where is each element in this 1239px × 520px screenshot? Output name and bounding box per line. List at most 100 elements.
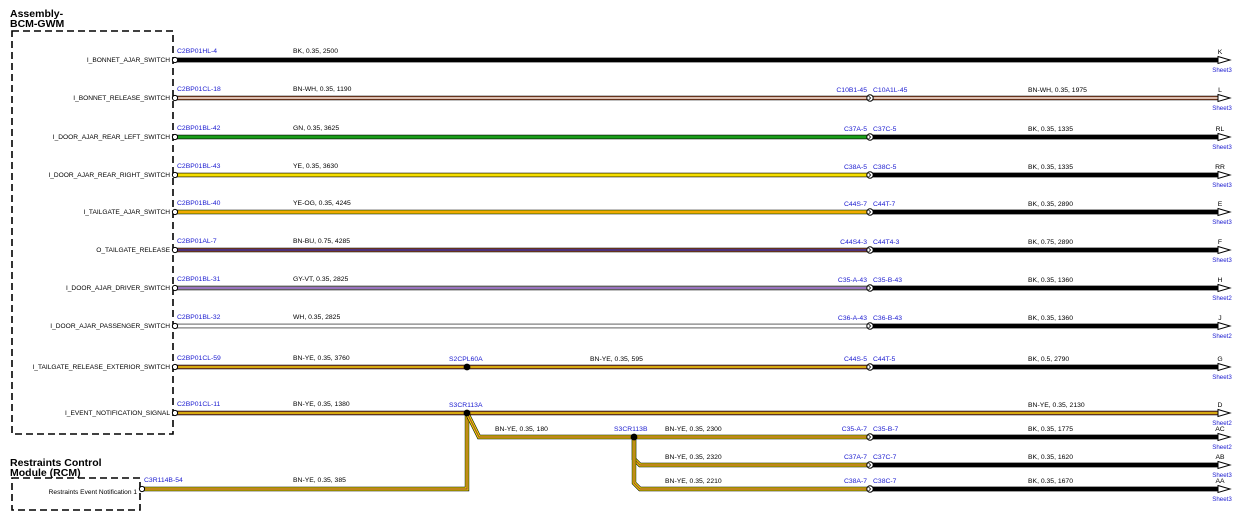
- circuit-door-driver-pin-label: I_DOOR_AJAR_DRIVER_SWITCH: [66, 285, 170, 292]
- circuit-tailgate-release-inline-right-label[interactable]: C44T4-3: [873, 239, 900, 246]
- circuit-tailgate-release-ext-inline-left-label[interactable]: C44S-5: [844, 356, 867, 363]
- circuit-door-driver-inline-connector[interactable]: [866, 284, 874, 292]
- branch-aa-offsheet-arrow[interactable]: [1217, 484, 1232, 494]
- circuit-door-rear-left-inline-connector-circle: [866, 133, 874, 141]
- circuit-door-passenger-inline-connector-circle: [866, 322, 874, 330]
- circuit-door-passenger-pin-label: I_DOOR_AJAR_PASSENGER_SWITCH: [50, 323, 170, 330]
- branch-ab-inline-connector-circle: [866, 461, 874, 469]
- branch-ac-inline-connector[interactable]: [866, 433, 874, 441]
- circuit-tailgate-release-offsheet-arrow[interactable]: [1217, 245, 1232, 255]
- circuit-door-passenger-source-label[interactable]: C2BP01BL-32: [177, 314, 221, 321]
- circuit-tailgate-release-ext-splice-label[interactable]: S2CPL60A: [449, 356, 483, 363]
- circuit-tailgate-release-ext-wire-spec: BN-YE, 0.35, 3760: [293, 355, 350, 362]
- circuit-tailgate-release-source-pin[interactable]: [171, 246, 179, 254]
- branch-ac-offsheet-arrow[interactable]: [1217, 432, 1232, 442]
- circuit-bonnet-release-sheet-link[interactable]: Sheet3: [1212, 105, 1232, 112]
- circuit-door-passenger-wire-right-spec: BK, 0.35, 1360: [1028, 315, 1073, 322]
- branch-ac-inline-left-label[interactable]: C35-A-7: [842, 426, 868, 433]
- circuit-door-rear-right-offsheet-arrow[interactable]: [1217, 170, 1232, 180]
- branch-ab-offsheet-arrow[interactable]: [1217, 460, 1232, 470]
- circuit-door-rear-left-offsheet-arrow[interactable]: [1217, 132, 1232, 142]
- circuit-bonnet-release-inline-connector[interactable]: [866, 94, 874, 102]
- circuit-tailgate-ajar-inline-left-label[interactable]: C44S-7: [844, 201, 867, 208]
- branch-aa-sheet-link[interactable]: Sheet3: [1212, 496, 1232, 503]
- circuit-tailgate-release-ext-splice-dot[interactable]: [463, 363, 471, 371]
- circuit-bonnet-ajar-pin-label: I_BONNET_AJAR_SWITCH: [87, 57, 170, 64]
- circuit-door-driver-sheet-link[interactable]: Sheet2: [1212, 295, 1232, 302]
- circuit-door-passenger-source-pin[interactable]: [171, 322, 179, 330]
- circuit-tailgate-ajar-inline-connector[interactable]: [866, 208, 874, 216]
- splice-link-wire[interactable]: [465, 412, 634, 440]
- circuit-door-passenger-sheet-link[interactable]: Sheet2: [1212, 333, 1232, 340]
- splice-s3cr113b-dot[interactable]: [630, 433, 638, 441]
- circuit-tailgate-ajar-source-pin[interactable]: [171, 208, 179, 216]
- branch-aa-inline-left-label[interactable]: C38A-7: [844, 478, 867, 485]
- circuit-door-passenger-inline-right-label[interactable]: C36-B-43: [873, 315, 902, 322]
- circuit-door-rear-left-source-label[interactable]: C2BP01BL-42: [177, 125, 221, 132]
- circuit-bonnet-ajar-offsheet-arrow[interactable]: [1217, 55, 1232, 65]
- circuit-tailgate-release-ext-source-label[interactable]: C2BP01CL-59: [177, 355, 221, 362]
- circuit-bonnet-release-inline-left-label[interactable]: C10B1-45: [836, 87, 867, 94]
- branch-ab-inline-left-label[interactable]: C37A-7: [844, 454, 867, 461]
- circuit-door-rear-left-inline-left-label[interactable]: C37A-5: [844, 126, 867, 133]
- circuit-event-notification-source-label[interactable]: C2BP01CL-11: [177, 401, 221, 408]
- circuit-door-driver-inline-right-label[interactable]: C35-B-43: [873, 277, 902, 284]
- circuit-tailgate-ajar-source-label[interactable]: C2BP01BL-40: [177, 200, 221, 207]
- bcm-module-box[interactable]: [11, 30, 174, 435]
- circuit-door-passenger-offsheet-arrow[interactable]: [1217, 321, 1232, 331]
- circuit-event-notification-offsheet-arrow[interactable]: [1217, 408, 1232, 418]
- circuit-door-rear-right-sheet-link[interactable]: Sheet3: [1212, 182, 1232, 189]
- circuit-door-passenger-connector-letter: J: [1218, 315, 1221, 322]
- circuit-bonnet-ajar-sheet-link[interactable]: Sheet3: [1212, 67, 1232, 74]
- branch-aa-inline-connector-circle: [866, 485, 874, 493]
- branch-ab-inline-right-label[interactable]: C37C-7: [873, 454, 897, 461]
- circuit-door-rear-right-inline-connector[interactable]: [866, 171, 874, 179]
- circuit-door-passenger-inline-left-label[interactable]: C36-A-43: [838, 315, 867, 322]
- circuit-tailgate-release-ext-offsheet-arrow[interactable]: [1217, 362, 1232, 372]
- circuit-tailgate-release-ext-source-pin[interactable]: [171, 363, 179, 371]
- circuit-door-driver-offsheet-arrow[interactable]: [1217, 283, 1232, 293]
- splice-s3cr113b-label[interactable]: S3CR113B: [614, 426, 648, 433]
- circuit-tailgate-release-inline-connector[interactable]: [866, 246, 874, 254]
- circuit-door-rear-left-source-pin[interactable]: [171, 133, 179, 141]
- branch-aa-wire-spec: BN-YE, 0.35, 2210: [665, 478, 722, 485]
- circuit-door-rear-left-inline-right-label[interactable]: C37C-5: [873, 126, 897, 133]
- branch-aa-inline-right-label[interactable]: C38C-7: [873, 478, 897, 485]
- circuit-bonnet-release-inline-right-label[interactable]: C10A1L-45: [873, 87, 908, 94]
- circuit-bonnet-ajar-source-label[interactable]: C2BP01HL-4: [177, 48, 217, 55]
- circuit-tailgate-release-ext-sheet-link[interactable]: Sheet3: [1212, 374, 1232, 381]
- branch-ab-inline-connector[interactable]: [866, 461, 874, 469]
- branch-ac-sheet-link[interactable]: Sheet2: [1212, 444, 1232, 451]
- circuit-bonnet-release-source-pin[interactable]: [171, 94, 179, 102]
- circuit-door-rear-left-sheet-link[interactable]: Sheet3: [1212, 144, 1232, 151]
- circuit-door-driver-source-label[interactable]: C2BP01BL-31: [177, 276, 221, 283]
- circuit-bonnet-ajar-source-pin[interactable]: [171, 56, 179, 64]
- circuit-door-driver-source-pin[interactable]: [171, 284, 179, 292]
- circuit-tailgate-ajar-sheet-link[interactable]: Sheet3: [1212, 219, 1232, 226]
- splice-s3cr113a-dot[interactable]: [463, 409, 471, 417]
- splice-s3cr113a-label[interactable]: S3CR113A: [449, 402, 483, 409]
- circuit-tailgate-ajar-offsheet-arrow[interactable]: [1217, 207, 1232, 217]
- splice-link-wire-primary: [465, 412, 634, 439]
- circuit-event-notification-source-pin[interactable]: [171, 409, 179, 417]
- branch-ac-inline-right-label[interactable]: C35-B-7: [873, 426, 899, 433]
- circuit-door-passenger-inline-connector[interactable]: [866, 322, 874, 330]
- circuit-door-rear-right-inline-left-label[interactable]: C38A-5: [844, 164, 867, 171]
- circuit-tailgate-release-ext-inline-right-label[interactable]: C44T-5: [873, 356, 896, 363]
- rcm-source-pin[interactable]: [138, 485, 146, 493]
- circuit-door-driver-inline-left-label[interactable]: C35-A-43: [838, 277, 867, 284]
- branch-aa-inline-connector[interactable]: [866, 485, 874, 493]
- circuit-door-rear-right-inline-right-label[interactable]: C38C-5: [873, 164, 897, 171]
- circuit-tailgate-release-ext-inline-connector[interactable]: [866, 363, 874, 371]
- circuit-tailgate-release-source-label[interactable]: C2BP01AL-7: [177, 238, 217, 245]
- circuit-tailgate-release-sheet-link[interactable]: Sheet3: [1212, 257, 1232, 264]
- circuit-bonnet-release-source-label[interactable]: C2BP01CL-18: [177, 86, 221, 93]
- circuit-tailgate-release-inline-left-label[interactable]: C44S4-3: [840, 239, 867, 246]
- circuit-bonnet-release-offsheet-arrow[interactable]: [1217, 93, 1232, 103]
- circuit-tailgate-ajar-inline-right-label[interactable]: C44T-7: [873, 201, 896, 208]
- rcm-source-label[interactable]: C3R114B-54: [144, 477, 183, 484]
- circuit-door-rear-right-source-pin[interactable]: [171, 171, 179, 179]
- circuit-door-rear-right-pin-label: I_DOOR_AJAR_REAR_RIGHT_SWITCH: [48, 172, 170, 179]
- circuit-door-rear-left-inline-connector[interactable]: [866, 133, 874, 141]
- circuit-door-rear-right-source-label[interactable]: C2BP01BL-43: [177, 163, 221, 170]
